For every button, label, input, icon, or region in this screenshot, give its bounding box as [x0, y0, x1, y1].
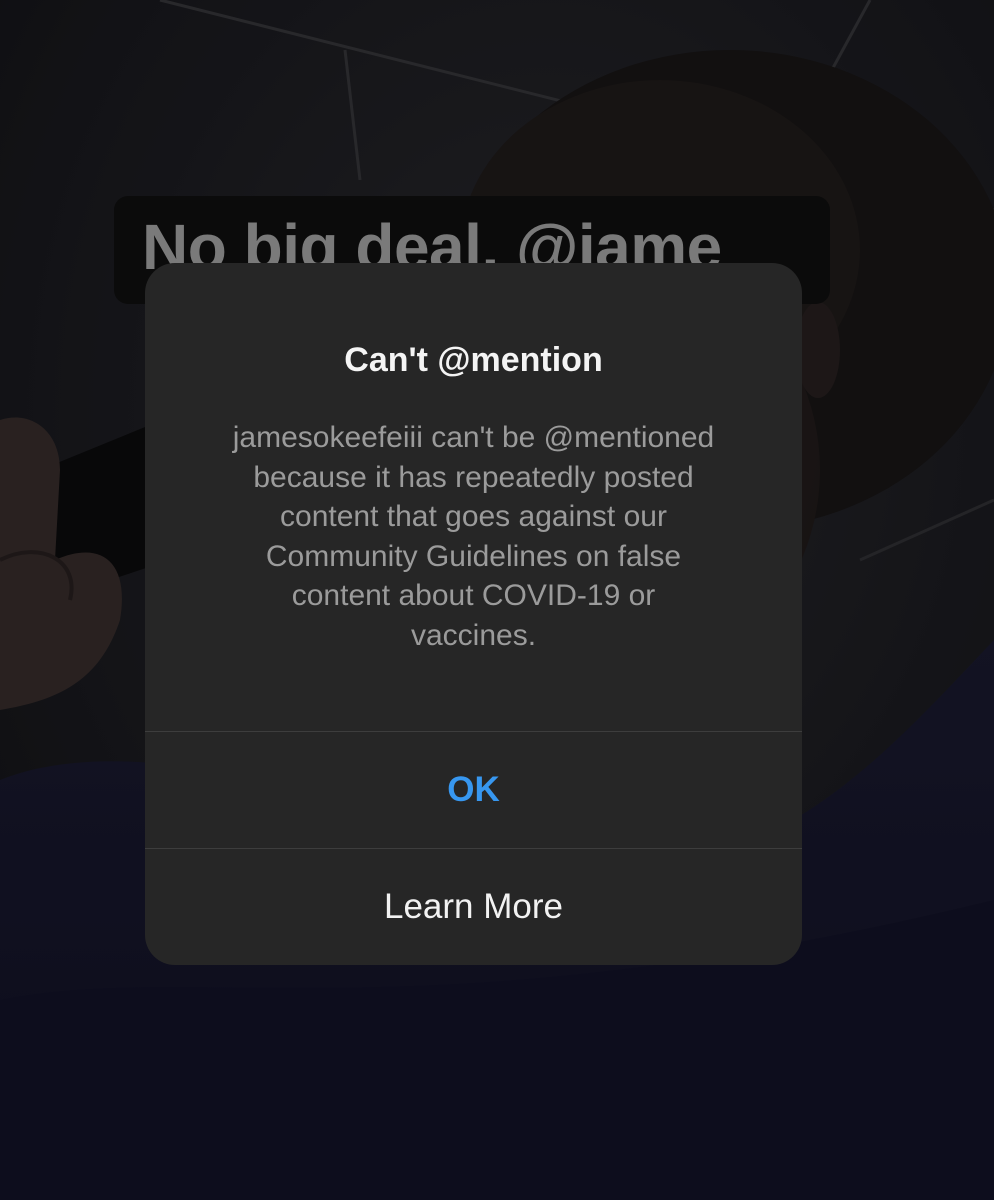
dialog-message-line: because it has repeatedly posted [253, 460, 694, 494]
ok-button[interactable]: OK [145, 732, 802, 848]
dialog-message-line: jamesokeefeiii can't be @mentioned [232, 421, 715, 454]
dialog-message-line: content about COVID-19 or [291, 579, 656, 612]
dialog-message-line: content that goes against our [280, 500, 667, 533]
learn-more-button[interactable]: Learn More [145, 849, 802, 965]
dialog-message-line: vaccines. [410, 618, 537, 652]
story-editor-screen: No big deal, @jame Can't @mention jameso… [0, 0, 994, 1200]
cant-mention-dialog: Can't @mention jamesokeefeiii can't be @… [145, 263, 802, 965]
dialog-message-line: Community Guidelines on false [265, 539, 682, 573]
dialog-title: Can't @mention [344, 341, 603, 379]
dialog-message: jamesokeefeiii can't be @mentioned becau… [175, 418, 772, 655]
